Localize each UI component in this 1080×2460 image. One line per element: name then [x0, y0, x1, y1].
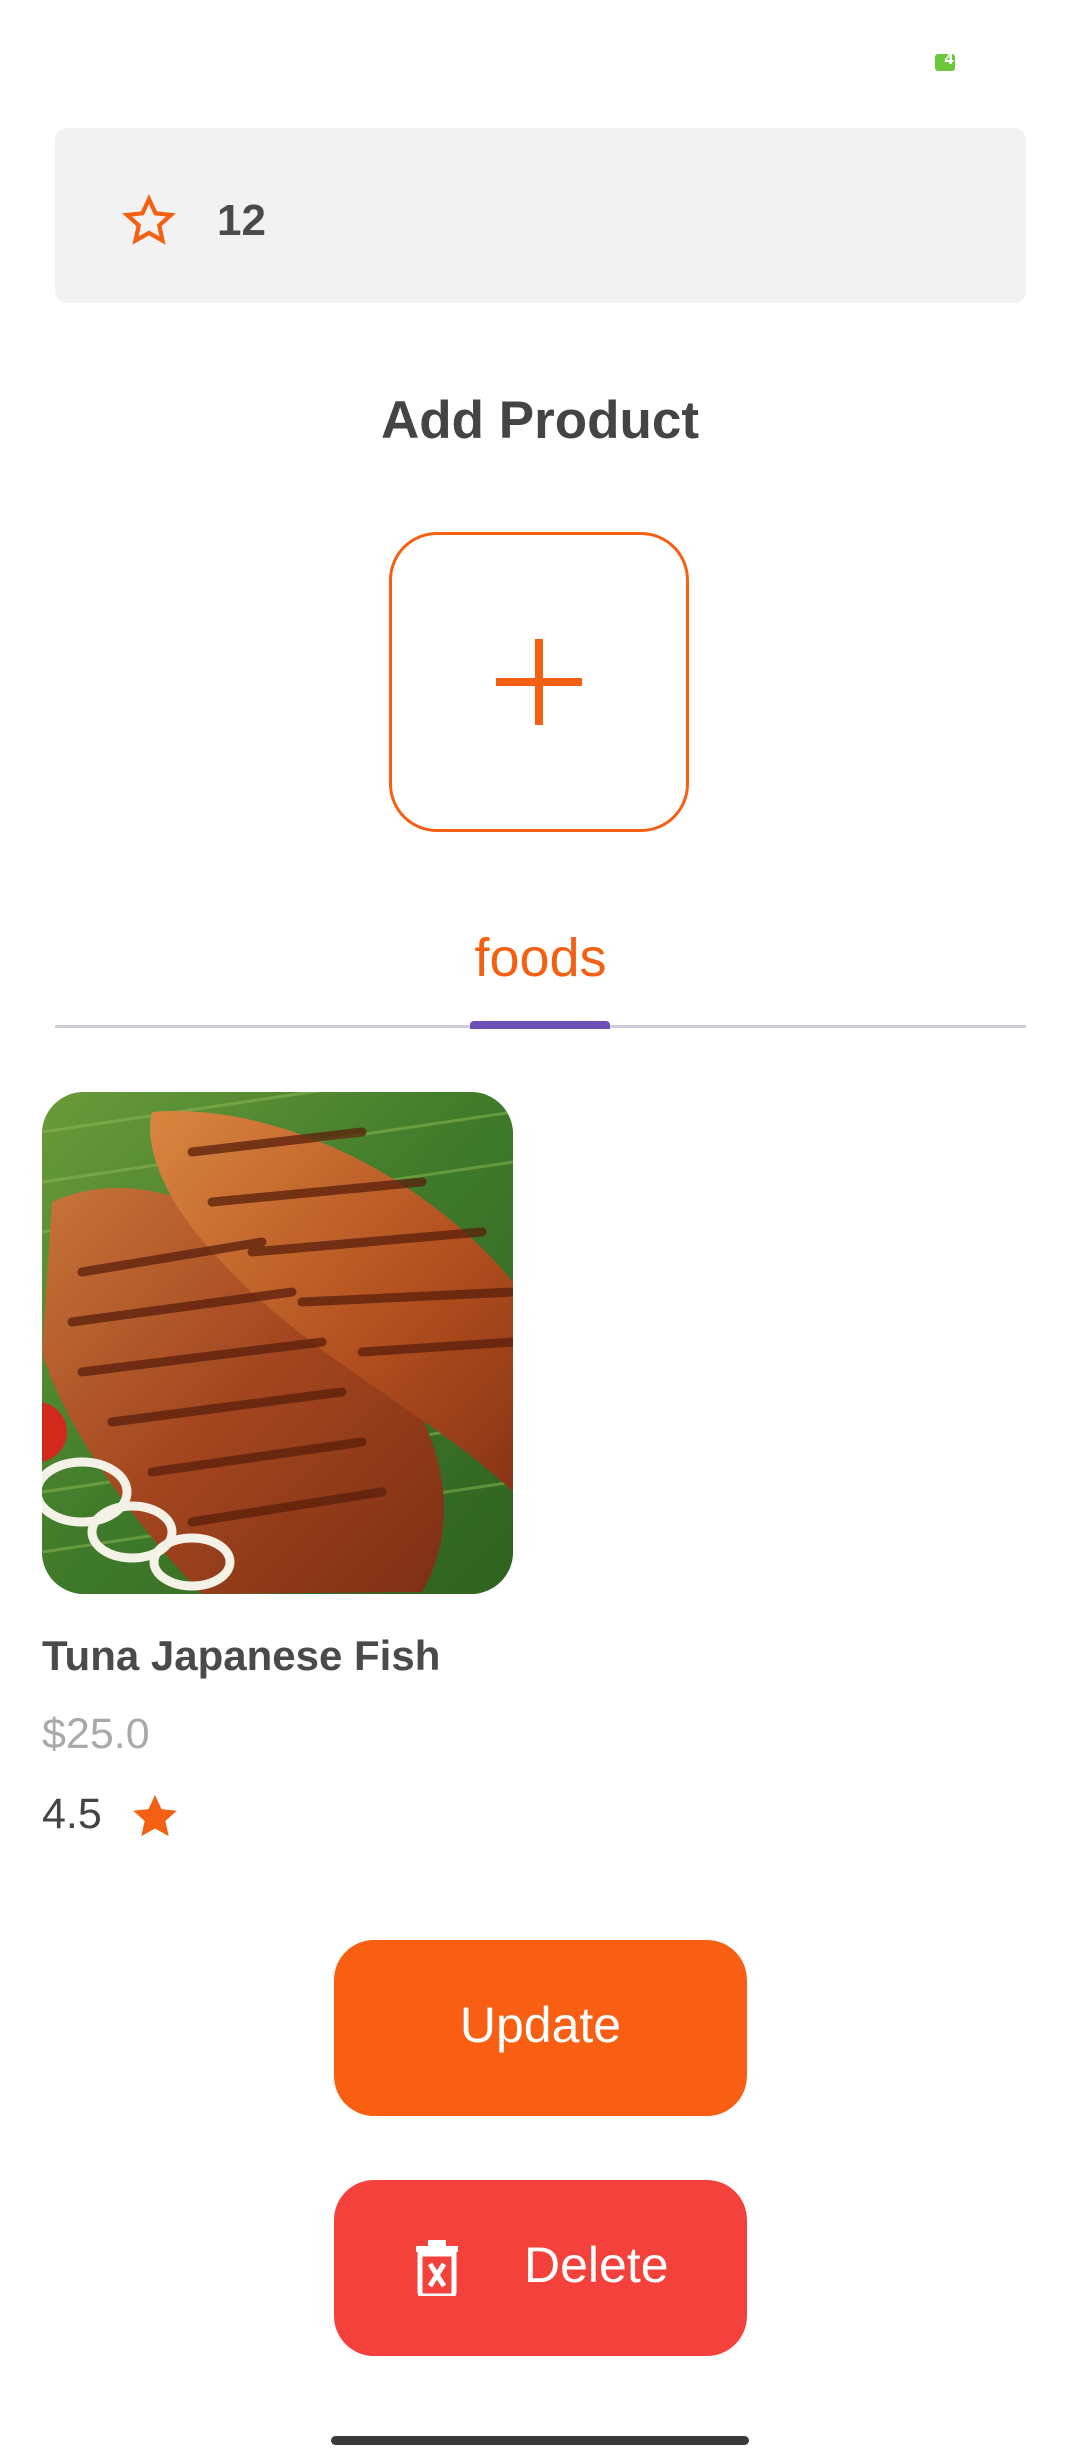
rating-count: 12 — [217, 196, 266, 245]
product-image[interactable] — [42, 1092, 513, 1594]
star-outline-icon — [122, 194, 176, 245]
battery-level: 4 — [944, 54, 954, 68]
delete-button-label: Delete — [524, 2237, 669, 2293]
category-tab-bar: foods — [55, 905, 1026, 1030]
delete-button[interactable]: Delete — [334, 2180, 747, 2356]
star-filled-icon — [133, 1794, 177, 1837]
home-indicator[interactable] — [331, 2436, 749, 2445]
battery-icon: 4 — [935, 54, 955, 71]
product-name: Tuna Japanese Fish — [42, 1632, 441, 1679]
plus-icon — [496, 639, 582, 725]
tab-foods[interactable]: foods — [55, 927, 1026, 989]
update-button[interactable]: Update — [334, 1940, 747, 2116]
status-bar: 4 — [0, 0, 1080, 110]
update-button-label: Update — [459, 1997, 622, 2053]
tab-selected-indicator — [470, 1021, 610, 1029]
product-rating: 4.5 — [42, 1790, 102, 1838]
rating-summary-card: 12 — [55, 128, 1026, 303]
fried-fish-photo — [42, 1092, 513, 1594]
product-price: $25.0 — [42, 1710, 150, 1758]
add-product-button[interactable] — [389, 532, 689, 832]
trash-icon — [416, 2240, 458, 2296]
page-title: Add Product — [381, 391, 699, 450]
